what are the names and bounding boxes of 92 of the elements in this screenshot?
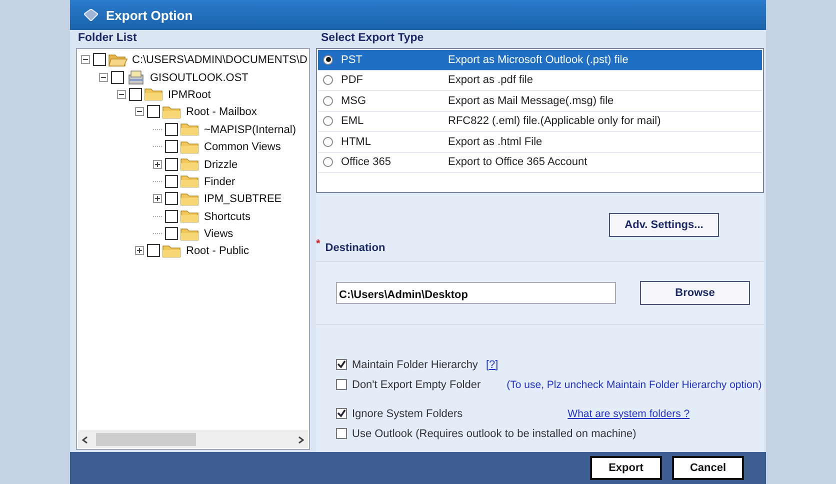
collapse-icon[interactable] [135,107,144,116]
checkbox[interactable] [165,192,178,206]
folder-icon [162,244,182,258]
format-description: Export as Mail Message(.msg) file [448,94,614,107]
radio-button[interactable] [323,54,333,65]
info-link[interactable]: What are system folders ? [568,408,690,420]
tree-item[interactable]: Shortcuts [204,210,250,223]
checkbox[interactable] [93,53,106,66]
radio-button[interactable] [323,96,333,106]
folder-icon [180,140,200,154]
collapse-icon[interactable] [117,90,126,99]
format-name: HTML [341,136,372,148]
expand-icon[interactable] [135,246,144,256]
tree-item[interactable]: Views [204,227,234,240]
checkbox[interactable] [165,174,178,188]
tree-item[interactable]: Root - Public [186,244,249,258]
tree-item[interactable]: IPM_SUBTREE [204,192,282,206]
collapse-icon[interactable] [81,55,90,64]
radio-button[interactable] [323,157,333,168]
radio-button[interactable] [323,75,333,86]
format-description: Export to Office 365 Account [448,156,588,168]
format-description: Export as .pdf file [448,74,533,86]
export-type-row[interactable]: EML RFC822 (.eml) file.(Applicable only for mail) [318,112,762,132]
scrollbar[interactable] [78,430,308,448]
tree-item[interactable]: IPMRoot [168,88,211,101]
folder-icon [162,104,182,119]
checkbox[interactable] [111,70,124,84]
export-type-row[interactable]: MSG Export as Mail Message(.msg) file [318,91,762,112]
checkbox[interactable] [147,244,160,258]
export-type-row[interactable]: PST Export as Microsoft Outlook (.pst) file [318,50,762,70]
format-name: Office 365 [341,156,392,168]
tree-item[interactable]: Finder [204,174,236,188]
checkbox[interactable] [165,227,178,240]
checkbox[interactable] [336,408,347,419]
hint-text: (To use, Plz uncheck Maintain Folder Hierarchy option) [506,378,762,390]
format-name: MSG [341,94,368,107]
option-label: Ignore System Folders [352,408,463,420]
export-type-row[interactable]: PDF Export as .pdf file [318,70,762,91]
checkbox[interactable] [165,158,178,171]
format-description: RFC822 (.eml) file.(Applicable only for mail) [448,115,661,128]
format-name: EML [341,115,365,128]
section-label: Destination [325,242,386,254]
checkbox[interactable] [165,140,178,154]
format-name: PDF [341,74,364,86]
tree-item[interactable]: ~MAPISP(Internal) [204,122,296,136]
tree-item[interactable]: Drizzle [204,158,238,171]
option-label: Maintain Folder Hierarchy [352,358,478,370]
folder-icon [180,157,200,172]
file-stack-icon [126,70,146,85]
panel-heading: Folder List [77,31,138,46]
tree-item[interactable]: Root - Mailbox [186,105,257,118]
folder-icon [180,122,200,136]
destination-field[interactable]: C:\Users\Admin\Desktop [336,282,616,304]
tree-item[interactable]: Common Views [204,140,281,154]
export-type-row[interactable]: Office 365 Export to Office 365 Account [318,152,762,173]
collapse-icon[interactable] [99,72,108,82]
tree-item[interactable]: GISOUTLOOK.OST [150,70,248,84]
expand-icon[interactable] [153,194,162,204]
app-icon [84,9,98,21]
export-button[interactable]: Export [590,456,662,480]
expand-icon[interactable] [153,160,162,169]
checkbox[interactable] [336,428,347,439]
help-link[interactable]: [?] [486,358,498,370]
checkbox[interactable] [336,359,347,370]
open-folder-icon [108,52,128,67]
cancel-button[interactable]: Cancel [672,456,744,480]
format-description: Export as .html File [448,136,542,148]
scroll-left-icon[interactable] [82,436,88,444]
radio-button[interactable] [323,116,333,126]
option-label: Don't Export Empty Folder [352,378,481,390]
browse-button[interactable]: Browse [640,281,750,305]
panel-heading: Select Export Type [320,31,425,46]
window-title: Export Option [106,8,193,22]
tree-item[interactable]: C:\USERS\ADMIN\DOCUMENTS\D [132,53,308,66]
checkbox[interactable] [336,379,347,390]
format-description: Export as Microsoft Outlook (.pst) file [448,54,628,66]
folder-icon [180,226,200,241]
radio-button[interactable] [323,136,333,147]
folder-icon [180,174,200,188]
folder-icon [144,87,164,102]
checkbox[interactable] [165,122,178,136]
scroll-right-icon[interactable] [298,436,304,444]
folder-icon [180,209,200,224]
adv-settings-button[interactable]: Adv. Settings... [609,213,719,237]
checkbox[interactable] [165,210,178,223]
format-name: PST [341,54,364,66]
checkbox[interactable] [147,105,160,118]
export-type-row[interactable]: HTML Export as .html File [318,132,762,152]
required-mark: * [316,238,320,250]
option-label: Use Outlook (Requires outlook to be installed on machine) [352,428,636,440]
checkbox[interactable] [129,88,142,101]
folder-icon [180,192,200,206]
